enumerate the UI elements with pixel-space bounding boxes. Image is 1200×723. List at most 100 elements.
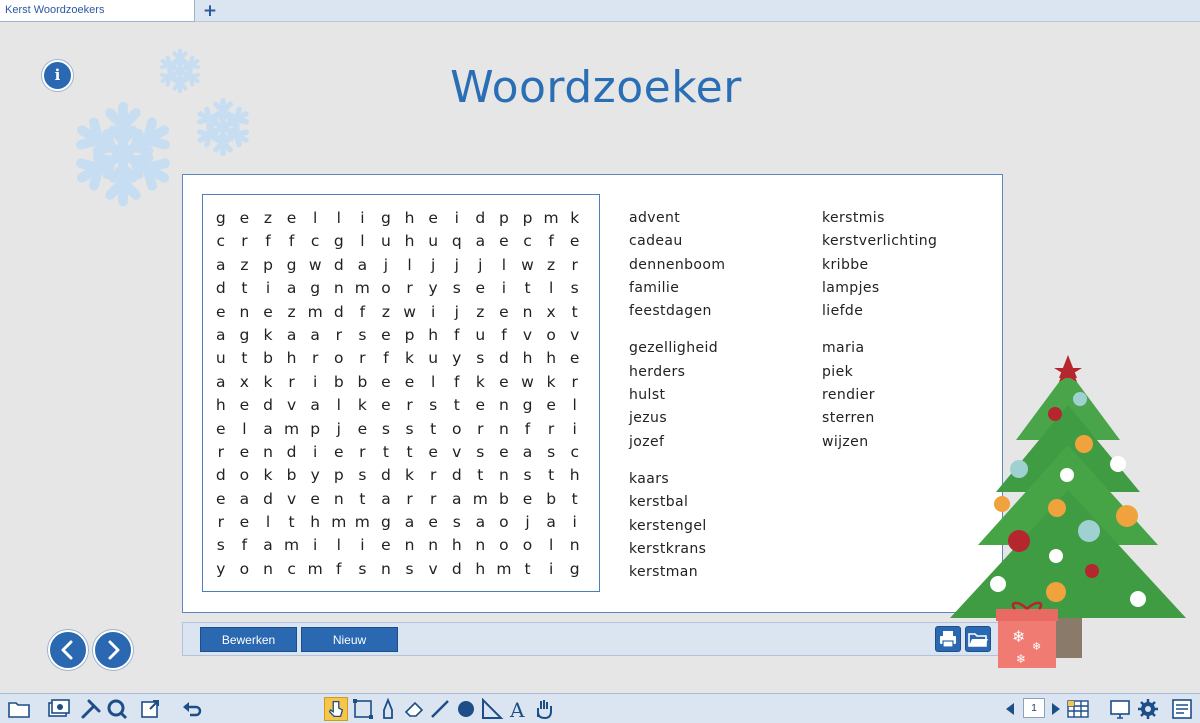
grid-cell[interactable]: i xyxy=(351,534,375,557)
grid-cell[interactable]: n xyxy=(563,534,587,557)
grid-cell[interactable]: f xyxy=(492,324,516,347)
pen-icon[interactable] xyxy=(376,697,400,721)
grid-cell[interactable]: r xyxy=(233,230,257,253)
grid-cell[interactable]: e xyxy=(492,301,516,324)
grid-cell[interactable]: v xyxy=(280,394,304,417)
grid-cell[interactable]: e xyxy=(469,277,493,300)
grid-cell[interactable]: a xyxy=(256,534,280,557)
grid-cell[interactable]: r xyxy=(421,488,445,511)
grid-cell[interactable]: z xyxy=(280,301,304,324)
grid-cell[interactable]: n xyxy=(374,558,398,581)
grid-cell[interactable]: v xyxy=(516,324,540,347)
grid-cell[interactable]: s xyxy=(209,534,233,557)
grid-cell[interactable]: w xyxy=(303,254,327,277)
grid-cell[interactable]: n xyxy=(327,277,351,300)
grid-cell[interactable]: e xyxy=(256,301,280,324)
grid-cell[interactable]: s xyxy=(469,347,493,370)
grid-cell[interactable]: e xyxy=(233,394,257,417)
grid-cell[interactable]: l xyxy=(256,511,280,534)
grid-cell[interactable]: x xyxy=(539,301,563,324)
grid-cell[interactable]: a xyxy=(351,254,375,277)
text-icon[interactable]: A xyxy=(505,697,529,721)
grid-cell[interactable]: a xyxy=(398,511,422,534)
grid-cell[interactable]: p xyxy=(516,207,540,230)
grid-cell[interactable]: h xyxy=(563,464,587,487)
grid-cell[interactable]: k xyxy=(351,394,375,417)
grid-cell[interactable]: a xyxy=(209,324,233,347)
grid-cell[interactable]: b xyxy=(327,371,351,394)
grid-cell[interactable]: o xyxy=(492,534,516,557)
gear-icon[interactable] xyxy=(1136,697,1160,721)
grid-cell[interactable]: f xyxy=(516,418,540,441)
page-number[interactable]: 1 xyxy=(1023,698,1045,718)
grid-cell[interactable]: p xyxy=(303,418,327,441)
grid-cell[interactable]: h xyxy=(445,534,469,557)
grid-cell[interactable]: h xyxy=(398,207,422,230)
grid-cell[interactable]: p xyxy=(492,207,516,230)
grid-cell[interactable]: e xyxy=(421,441,445,464)
grid-cell[interactable]: n xyxy=(327,488,351,511)
grid-cell[interactable]: l xyxy=(327,394,351,417)
pointer-icon[interactable] xyxy=(324,697,348,721)
grid-cell[interactable]: e xyxy=(492,371,516,394)
grid-cell[interactable]: g xyxy=(233,324,257,347)
grid-cell[interactable]: e xyxy=(492,230,516,253)
grid-cell[interactable]: r xyxy=(351,441,375,464)
screen-icon[interactable] xyxy=(1108,697,1132,721)
grid-cell[interactable]: d xyxy=(445,464,469,487)
grid-cell[interactable]: t xyxy=(398,441,422,464)
grid-cell[interactable]: c xyxy=(563,441,587,464)
grid-cell[interactable]: j xyxy=(445,254,469,277)
grid-cell[interactable]: r xyxy=(209,441,233,464)
grid-cell[interactable]: r xyxy=(303,347,327,370)
grid-cell[interactable]: l xyxy=(327,534,351,557)
grid-cell[interactable]: h xyxy=(539,347,563,370)
grid-cell[interactable]: y xyxy=(421,277,445,300)
grid-cell[interactable]: m xyxy=(280,418,304,441)
previous-button[interactable] xyxy=(48,630,88,670)
tools-icon[interactable] xyxy=(79,697,103,721)
grid-cell[interactable]: n xyxy=(256,441,280,464)
grid-cell[interactable]: j xyxy=(516,511,540,534)
grid-cell[interactable]: b xyxy=(492,488,516,511)
grid-cell[interactable]: f xyxy=(256,230,280,253)
grid-cell[interactable]: y xyxy=(303,464,327,487)
grid-cell[interactable]: a xyxy=(539,511,563,534)
grid-cell[interactable]: e xyxy=(374,534,398,557)
grid-cell[interactable]: n xyxy=(492,418,516,441)
grid-cell[interactable]: e xyxy=(421,207,445,230)
grid-cell[interactable]: h xyxy=(209,394,233,417)
grid-cell[interactable]: i xyxy=(256,277,280,300)
grid-cell[interactable]: s xyxy=(445,511,469,534)
grid-cell[interactable]: d xyxy=(209,277,233,300)
grid-cell[interactable]: k xyxy=(398,347,422,370)
grid-cell[interactable]: b xyxy=(351,371,375,394)
grid-cell[interactable]: u xyxy=(421,347,445,370)
select-icon[interactable] xyxy=(351,697,375,721)
grid-cell[interactable]: h xyxy=(421,324,445,347)
grid-cell[interactable]: m xyxy=(327,511,351,534)
grid-cell[interactable]: s xyxy=(469,441,493,464)
grid-cell[interactable]: s xyxy=(539,441,563,464)
grid-cell[interactable]: f xyxy=(445,371,469,394)
grid-cell[interactable]: r xyxy=(398,394,422,417)
circle-icon[interactable] xyxy=(454,697,478,721)
grid-cell[interactable]: r xyxy=(351,347,375,370)
edit-button[interactable]: Bewerken xyxy=(200,627,297,652)
grid-cell[interactable]: t xyxy=(516,277,540,300)
grid-cell[interactable]: j xyxy=(421,254,445,277)
undo-icon[interactable] xyxy=(180,697,204,721)
folder-icon[interactable] xyxy=(7,697,31,721)
grid-cell[interactable]: e xyxy=(374,324,398,347)
grid-cell[interactable]: g xyxy=(303,277,327,300)
grid-cell[interactable]: o xyxy=(445,418,469,441)
grid-cell[interactable]: s xyxy=(351,464,375,487)
grid-cell[interactable]: m xyxy=(280,534,304,557)
grid-cell[interactable]: k xyxy=(398,464,422,487)
grid-cell[interactable]: q xyxy=(445,230,469,253)
grid-cell[interactable]: v xyxy=(421,558,445,581)
grid-cell[interactable]: e xyxy=(209,488,233,511)
grid-cell[interactable]: z xyxy=(539,254,563,277)
grid-cell[interactable]: t xyxy=(421,418,445,441)
grid-cell[interactable]: m xyxy=(351,277,375,300)
